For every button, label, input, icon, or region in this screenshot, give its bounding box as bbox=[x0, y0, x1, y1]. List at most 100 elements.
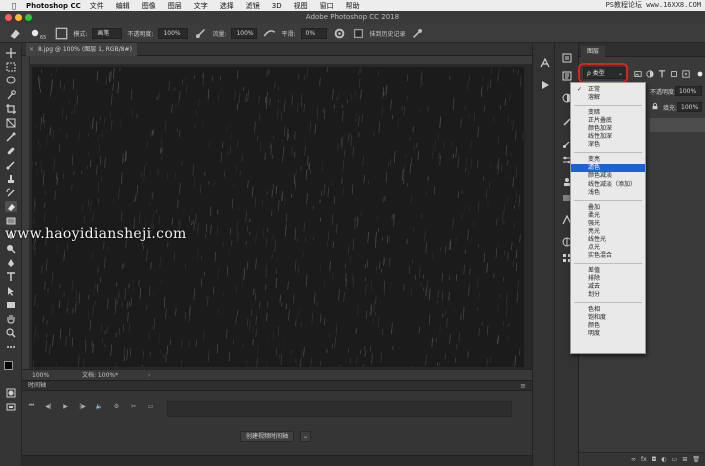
zoom-tool-icon[interactable] bbox=[5, 327, 17, 338]
blend-mode-option[interactable]: 线性光 bbox=[571, 236, 645, 244]
blend-mode-option[interactable]: 线性加深 bbox=[571, 133, 645, 141]
blend-mode-option[interactable]: 差值 bbox=[571, 267, 645, 275]
gradient-tool-icon[interactable] bbox=[5, 215, 17, 226]
blend-mode-option[interactable]: 颜色 bbox=[571, 322, 645, 330]
add-mask-icon[interactable]: ◘ bbox=[652, 456, 657, 463]
foreground-color-swatch[interactable] bbox=[4, 361, 13, 370]
go-first-frame-icon[interactable]: ⏮ bbox=[26, 402, 37, 410]
pressure-size-icon[interactable] bbox=[411, 27, 424, 39]
blend-mode-option[interactable]: 实色混合 bbox=[571, 252, 645, 260]
blend-mode-option[interactable]: 柔光 bbox=[571, 212, 645, 220]
mode-select[interactable]: 画笔 bbox=[92, 27, 123, 39]
new-adjustment-layer-icon[interactable]: ◐ bbox=[661, 456, 666, 463]
new-layer-icon[interactable]: ⊞ bbox=[682, 456, 687, 463]
history-brush-tool-icon[interactable] bbox=[5, 187, 17, 198]
opacity-field[interactable]: 100% bbox=[158, 27, 189, 39]
pressure-opacity-icon[interactable] bbox=[194, 27, 207, 39]
flow-field[interactable]: 100% bbox=[231, 27, 258, 39]
menu-layer[interactable]: 图层 bbox=[168, 1, 182, 11]
pixel-filter-icon[interactable] bbox=[634, 70, 642, 78]
layer-opacity-field[interactable]: 100% bbox=[675, 86, 702, 96]
blend-mode-option[interactable]: 正片叠底 bbox=[571, 117, 645, 125]
marquee-tool-icon[interactable] bbox=[5, 61, 17, 72]
blend-mode-option[interactable]: 线性减淡（添加） bbox=[571, 181, 645, 189]
dodge-tool-icon[interactable] bbox=[5, 243, 17, 254]
type-tool-icon[interactable] bbox=[5, 271, 17, 282]
filter-toggle-icon[interactable] bbox=[696, 70, 704, 78]
menu-image[interactable]: 图像 bbox=[142, 1, 156, 11]
layer-style-fx-icon[interactable]: fx bbox=[641, 456, 647, 463]
timeline-title[interactable]: 时间轴 bbox=[28, 381, 46, 391]
shape-filter-icon[interactable] bbox=[670, 70, 678, 78]
menu-app-name[interactable]: Photoshop CC bbox=[26, 2, 81, 10]
smoothing-field[interactable]: 0% bbox=[300, 27, 327, 39]
crop-tool-icon[interactable] bbox=[5, 103, 17, 114]
eyedropper-tool-icon[interactable] bbox=[5, 131, 17, 142]
lock-icon[interactable] bbox=[651, 102, 659, 110]
prev-frame-icon[interactable]: ◀| bbox=[43, 403, 54, 410]
blend-mode-option[interactable]: 变亮 bbox=[571, 156, 645, 164]
move-tool-icon[interactable] bbox=[5, 47, 17, 58]
new-group-icon[interactable]: ▭ bbox=[672, 456, 678, 463]
healing-brush-tool-icon[interactable] bbox=[5, 145, 17, 156]
smart-object-filter-icon[interactable] bbox=[682, 70, 690, 78]
properties-panel-icon[interactable] bbox=[561, 70, 572, 81]
eraser-tool-icon[interactable] bbox=[5, 201, 17, 212]
play-action-icon[interactable] bbox=[539, 79, 550, 90]
link-layers-icon[interactable]: ∞ bbox=[631, 456, 636, 463]
menu-edit[interactable]: 编辑 bbox=[116, 1, 130, 11]
menu-window[interactable]: 窗口 bbox=[320, 1, 334, 11]
menu-3d[interactable]: 3D bbox=[272, 2, 282, 10]
layer-row[interactable] bbox=[650, 118, 705, 132]
history-panel-icon[interactable] bbox=[561, 52, 572, 63]
close-document-icon[interactable]: × bbox=[29, 43, 34, 56]
clone-stamp-tool-icon[interactable] bbox=[5, 173, 17, 184]
blend-mode-option[interactable]: 溶解 bbox=[571, 94, 645, 102]
path-select-tool-icon[interactable] bbox=[5, 285, 17, 296]
blend-mode-option[interactable]: 色相 bbox=[571, 306, 645, 314]
smoothing-settings-gear-icon[interactable] bbox=[333, 27, 346, 39]
create-video-timeline-button[interactable]: 创建视频时间轴 bbox=[240, 431, 295, 442]
blend-mode-option[interactable]: 浅色 bbox=[571, 189, 645, 197]
lasso-tool-icon[interactable] bbox=[5, 75, 17, 86]
blend-mode-option[interactable]: 变暗 bbox=[571, 109, 645, 117]
menu-select[interactable]: 选择 bbox=[220, 1, 234, 11]
menu-type[interactable]: 文字 bbox=[194, 1, 208, 11]
blend-mode-option[interactable]: 颜色减淡 bbox=[571, 172, 645, 180]
timeline-menu-icon[interactable]: ≡ bbox=[520, 381, 526, 391]
layers-tab[interactable]: 图层 bbox=[581, 46, 606, 57]
type-filter-icon[interactable] bbox=[658, 70, 666, 78]
blend-mode-option[interactable]: 明度 bbox=[571, 330, 645, 338]
blend-mode-option[interactable]: 减去 bbox=[571, 283, 645, 291]
document-canvas[interactable] bbox=[32, 67, 524, 367]
blend-mode-option[interactable]: 排除 bbox=[571, 275, 645, 283]
transition-icon[interactable]: ▭ bbox=[145, 403, 156, 410]
menu-view[interactable]: 视图 bbox=[294, 1, 308, 11]
quick-mask-icon[interactable] bbox=[5, 387, 17, 398]
hand-tool-icon[interactable] bbox=[5, 313, 17, 324]
eraser-tool-preset-icon[interactable] bbox=[8, 27, 21, 39]
erase-to-history-checkbox[interactable] bbox=[352, 27, 365, 39]
next-frame-icon[interactable]: |▶ bbox=[77, 403, 88, 410]
menu-help[interactable]: 帮助 bbox=[346, 1, 360, 11]
brush-panel-icon[interactable] bbox=[55, 27, 68, 39]
audio-icon[interactable]: 🔈 bbox=[94, 403, 105, 410]
blend-mode-option[interactable]: 颜色加深 bbox=[571, 125, 645, 133]
menu-file[interactable]: 文件 bbox=[90, 1, 104, 11]
blend-mode-option[interactable]: 饱和度 bbox=[571, 314, 645, 322]
blend-mode-option[interactable]: 划分 bbox=[571, 291, 645, 299]
blend-mode-option[interactable]: 叠加 bbox=[571, 204, 645, 212]
play-icon[interactable]: ▶ bbox=[60, 403, 71, 410]
frame-tool-icon[interactable] bbox=[5, 117, 17, 128]
timeline-track-area[interactable] bbox=[167, 401, 512, 417]
blend-mode-option[interactable]: ✓ 正常 bbox=[571, 86, 645, 94]
rectangle-tool-icon[interactable] bbox=[5, 299, 17, 310]
apple-menu-icon[interactable]:  bbox=[9, 2, 19, 10]
split-scissors-icon[interactable]: ✂ bbox=[128, 403, 139, 410]
blend-mode-option[interactable]: 亮光 bbox=[571, 228, 645, 236]
screen-mode-icon[interactable] bbox=[5, 401, 17, 412]
delete-layer-trash-icon[interactable]: 🗑 bbox=[692, 456, 700, 463]
blend-mode-option[interactable]: 强光 bbox=[571, 220, 645, 228]
brush-tool-icon[interactable] bbox=[5, 159, 17, 170]
character-panel-icon[interactable] bbox=[539, 57, 550, 68]
